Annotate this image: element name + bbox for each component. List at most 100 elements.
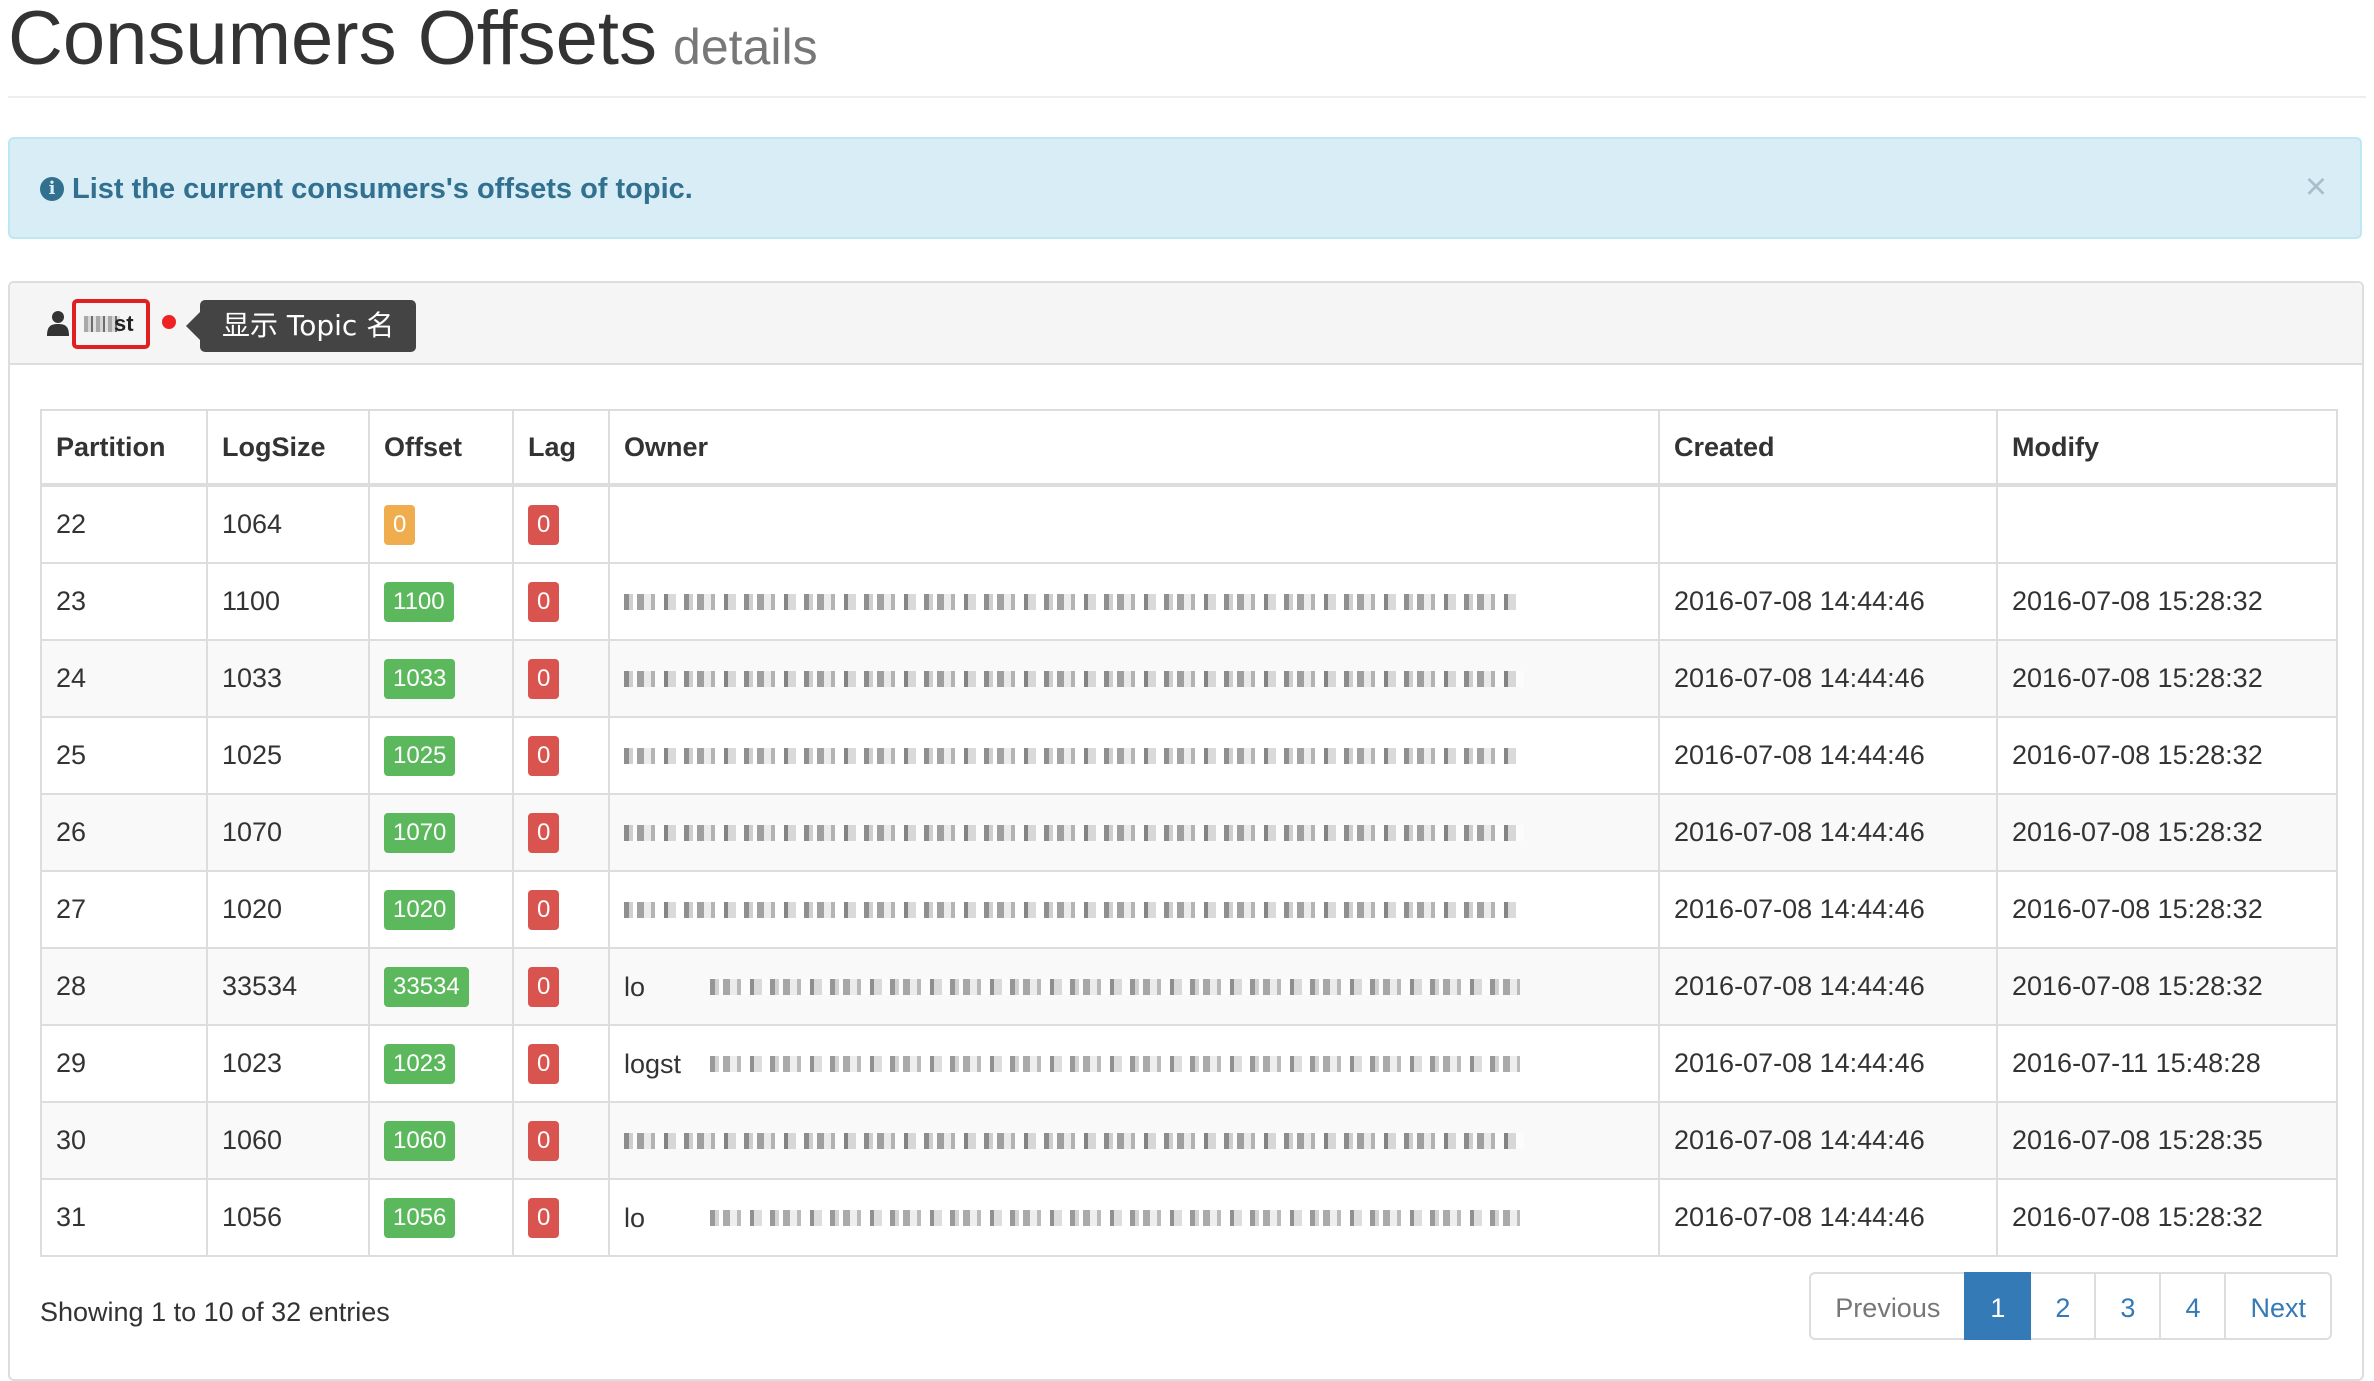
offset-badge: 1070 (384, 812, 456, 853)
table-row: 26 1070 1070 0 2016-07-08 14:44:46 2016-07-08… (40, 793, 2338, 872)
page-2-button[interactable]: 2 (2029, 1272, 2097, 1340)
cell-logsize: 1060 (206, 1101, 370, 1180)
cell-lag: 0 (512, 1178, 610, 1257)
offset-badge: 1060 (384, 1120, 456, 1161)
table-row: 27 1020 1020 0 2016-07-08 14:44:46 2016-07-08… (40, 870, 2338, 949)
user-icon (47, 311, 69, 336)
owner-value: lo (624, 1202, 1644, 1234)
owner-redacted (710, 1055, 1520, 1072)
cell-created: 2016-07-08 14:44:46 (1658, 870, 1998, 949)
table-row: 24 1033 1033 0 2016-07-08 14:44:46 2016-07-08… (40, 639, 2338, 718)
info-circle-icon: i (40, 177, 64, 201)
cell-offset: 1020 (368, 870, 514, 949)
cell-modify: 2016-07-08 15:28:32 (1996, 562, 2338, 641)
topic-tooltip: 显示 Topic 名 (185, 300, 417, 352)
column-header-modify[interactable]: Modify (1996, 409, 2338, 487)
column-header-created[interactable]: Created (1658, 409, 1998, 487)
cell-owner (608, 484, 1660, 564)
cell-owner: logst (608, 1024, 1660, 1103)
table-row: 23 1100 1100 0 2016-07-08 14:44:46 2016-07-08… (40, 562, 2338, 641)
alert-message: List the current consumers's offsets of … (72, 173, 693, 205)
cell-logsize: 1033 (206, 639, 370, 718)
cell-logsize: 1100 (206, 562, 370, 641)
page-title-text: Consumers Offsets (8, 0, 658, 81)
cell-partition: 22 (40, 484, 208, 564)
cell-owner (608, 870, 1660, 949)
cell-modify: 2016-07-08 15:28:32 (1996, 793, 2338, 872)
topic-name-text: st (114, 311, 134, 336)
page-4-button[interactable]: 4 (2159, 1272, 2227, 1340)
cell-created: 2016-07-08 14:44:46 (1658, 562, 1998, 641)
offset-badge: 1100 (384, 581, 454, 622)
annotation-dot (162, 315, 176, 329)
pagination: Previous 1 2 3 4 Next (1809, 1272, 2332, 1340)
lag-badge: 0 (528, 966, 560, 1007)
column-header-offset[interactable]: Offset (368, 409, 514, 487)
column-header-lag[interactable]: Lag (512, 409, 610, 487)
table-info: Showing 1 to 10 of 32 entries (40, 1297, 390, 1327)
cell-lag: 0 (512, 562, 610, 641)
cell-lag: 0 (512, 484, 610, 564)
page-3-button[interactable]: 3 (2094, 1272, 2162, 1340)
cell-partition: 30 (40, 1101, 208, 1180)
cell-logsize: 1025 (206, 716, 370, 795)
cell-lag: 0 (512, 793, 610, 872)
cell-owner: lo (608, 947, 1660, 1026)
lag-badge: 0 (528, 1197, 560, 1238)
cell-modify: 2016-07-08 15:28:32 (1996, 1178, 2338, 1257)
cell-logsize: 1070 (206, 793, 370, 872)
owner-redacted (624, 1132, 1524, 1149)
table-row: 30 1060 1060 0 2016-07-08 14:44:46 2016-07-08… (40, 1101, 2338, 1180)
cell-owner: lo (608, 1178, 1660, 1257)
cell-modify: 2016-07-08 15:28:35 (1996, 1101, 2338, 1180)
lag-badge: 0 (528, 581, 560, 622)
close-icon[interactable]: × (2298, 167, 2334, 207)
page-1-button[interactable]: 1 (1964, 1272, 2032, 1340)
lag-badge: 0 (528, 1120, 560, 1161)
cell-created: 2016-07-08 14:44:46 (1658, 1024, 1998, 1103)
cell-offset: 1070 (368, 793, 514, 872)
offset-badge: 0 (384, 504, 416, 545)
page-header: Consumers Offsets details (8, 0, 2366, 98)
cell-modify (1996, 484, 2338, 564)
next-button[interactable]: Next (2224, 1272, 2332, 1340)
cell-logsize: 1056 (206, 1178, 370, 1257)
owner-value (624, 509, 1644, 541)
lag-badge: 0 (528, 812, 560, 853)
column-header-logsize[interactable]: LogSize (206, 409, 370, 487)
topic-name: st (72, 299, 150, 349)
cell-modify: 2016-07-08 15:28:32 (1996, 870, 2338, 949)
cell-modify: 2016-07-08 15:28:32 (1996, 947, 2338, 1026)
page-subtitle: details (673, 19, 818, 75)
cell-owner (608, 716, 1660, 795)
cell-partition: 24 (40, 639, 208, 718)
owner-redacted (624, 901, 1524, 918)
cell-owner (608, 1101, 1660, 1180)
cell-created: 2016-07-08 14:44:46 (1658, 1178, 1998, 1257)
cell-partition: 28 (40, 947, 208, 1026)
offset-badge: 1023 (384, 1043, 456, 1084)
cell-partition: 29 (40, 1024, 208, 1103)
cell-logsize: 1064 (206, 484, 370, 564)
column-header-owner[interactable]: Owner (608, 409, 1660, 487)
owner-text: logst (624, 1048, 682, 1079)
owner-value (624, 740, 1644, 772)
cell-partition: 23 (40, 562, 208, 641)
cell-owner (608, 639, 1660, 718)
cell-created: 2016-07-08 14:44:46 (1658, 793, 1998, 872)
column-header-partition[interactable]: Partition (40, 409, 208, 487)
cell-created (1658, 484, 1998, 564)
cell-offset: 33534 (368, 947, 514, 1026)
cell-created: 2016-07-08 14:44:46 (1658, 716, 1998, 795)
owner-value: logst (624, 1048, 1644, 1080)
table-header-row: Partition LogSize Offset Lag Owner Creat… (40, 409, 2338, 487)
page-title: Consumers Offsets details (8, 0, 818, 86)
previous-button[interactable]: Previous (1809, 1272, 1967, 1340)
cell-owner (608, 793, 1660, 872)
cell-lag: 0 (512, 639, 610, 718)
offset-badge: 33534 (384, 966, 469, 1007)
offset-badge: 1025 (384, 735, 456, 776)
cell-modify: 2016-07-08 15:28:32 (1996, 716, 2338, 795)
owner-redacted (624, 593, 1524, 610)
cell-partition: 25 (40, 716, 208, 795)
